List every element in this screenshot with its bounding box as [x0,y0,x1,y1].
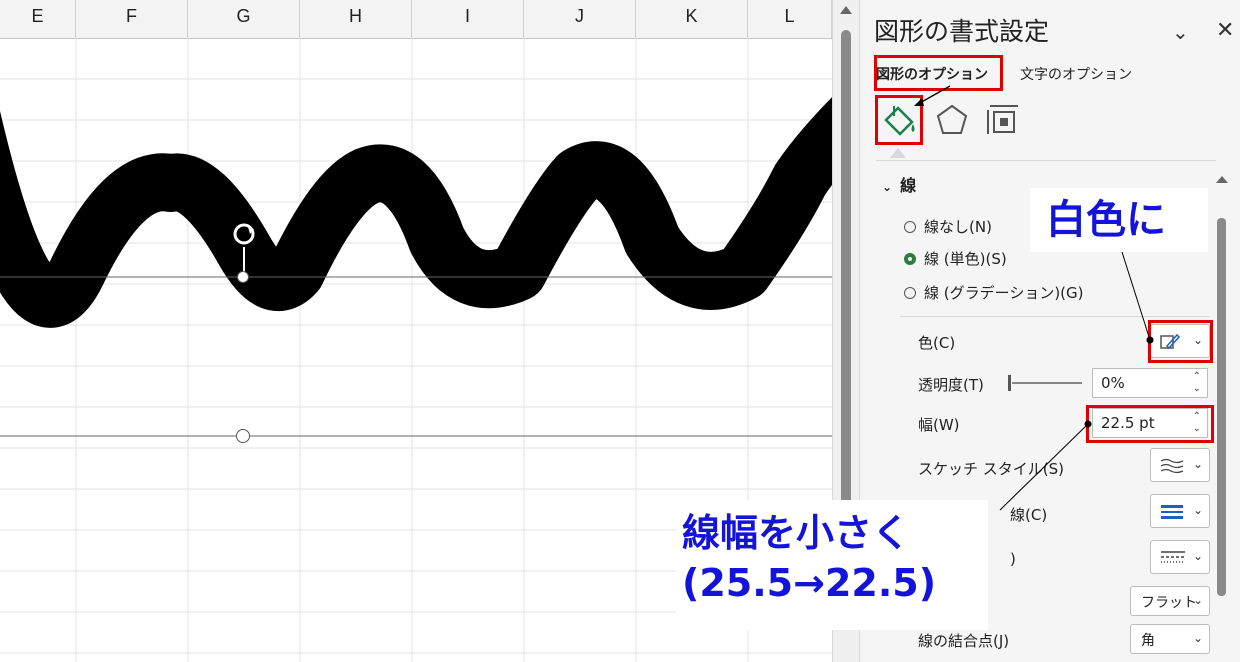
radio-icon [904,220,916,233]
selected-tab-pointer [890,148,906,158]
radio-label: 線 (グラデーション)(G) [924,284,1084,302]
join-type-dropdown[interactable]: 角 ⌄ [1130,624,1210,654]
highlight-color-picker [1148,320,1213,363]
radio-solid-line[interactable]: 線 (単色)(S) [904,248,1007,269]
callout-white-color: 白色に [1030,188,1208,252]
selection-handle-top[interactable] [237,271,249,283]
scroll-up-arrow-icon[interactable] [1216,176,1228,183]
section-divider [876,160,1216,161]
transparency-value: 0% [1101,374,1125,392]
line-section-header[interactable]: ⌄ 線 [882,172,916,196]
selection-handle-bottom[interactable] [236,429,250,443]
radio-gradient-line[interactable]: 線 (グラデーション)(G) [904,282,1084,303]
close-icon[interactable]: ✕ [1216,18,1234,43]
width-label: 幅(W) [918,416,960,434]
chevron-down-icon: ⌄ [1192,631,1203,645]
callout-line-width: 線幅を小さく (25.5→22.5) [676,500,988,630]
color-label: 色(C) [918,334,956,352]
pane-title: 図形の書式設定 [874,17,1050,46]
line-section-label: 線 [900,176,917,195]
compound-line-icon [1161,505,1183,519]
sketch-style-label: スケッチ スタイル(S) [918,460,1064,478]
sketch-style-dropdown[interactable]: ⌄ [1150,448,1210,482]
chevron-down-icon: ⌄ [1192,503,1203,517]
callout-line-2: (25.5→22.5) [682,561,937,605]
sketch-line-icon [1160,458,1184,474]
highlight-fill-line-icon [875,95,923,145]
callout-line-1: 線幅を小さく [682,511,911,555]
transparency-label: 透明度(T) [918,376,984,394]
chevron-down-icon: ⌄ [1192,549,1203,563]
transparency-input[interactable]: 0% ⌃ ⌄ [1092,368,1208,398]
scroll-up-arrow-icon[interactable] [840,6,852,14]
pentagon-effects-icon[interactable] [932,100,972,140]
divider [900,316,1210,317]
cap-type-value: フラット [1141,595,1197,611]
cap-type-dropdown[interactable]: フラット ⌄ [1130,586,1210,616]
dash-line-icon [1161,551,1185,563]
chevron-down-icon[interactable]: ⌄ [1172,20,1189,44]
dash-type-dropdown[interactable]: ⌄ [1150,540,1210,574]
chevron-down-icon: ⌄ [882,180,893,194]
scroll-thumb[interactable] [841,30,851,550]
size-properties-icon[interactable] [984,100,1024,140]
spin-arrows-icon[interactable]: ⌃ ⌄ [1193,371,1201,395]
join-type-value: 角 [1141,633,1155,649]
radio-label: 線 (単色)(S) [924,250,1007,268]
highlight-width-input [1086,405,1214,443]
highlight-shape-options-tab [874,55,1003,91]
compound-type-dropdown[interactable]: ⌄ [1150,494,1210,528]
rotate-handle-icon[interactable] [228,218,260,250]
chevron-down-icon: ⌄ [1192,593,1203,607]
transparency-slider-handle[interactable] [1008,375,1011,391]
tab-text-options[interactable]: 文字のオプション [1020,62,1132,88]
pane-scrollbar[interactable] [1212,170,1230,610]
compound-type-label: 線(C) [1010,506,1048,524]
join-type-label: 線の結合点(J) [918,632,1010,650]
pane-scroll-thumb[interactable] [1217,218,1226,596]
radio-label: 線なし(N) [924,218,992,236]
dash-type-label: ) [1010,550,1016,568]
transparency-slider[interactable] [1012,382,1082,384]
radio-no-line[interactable]: 線なし(N) [904,216,992,237]
radio-selected-icon [904,252,916,265]
chevron-down-icon: ⌄ [1192,457,1203,471]
radio-icon [904,286,916,299]
